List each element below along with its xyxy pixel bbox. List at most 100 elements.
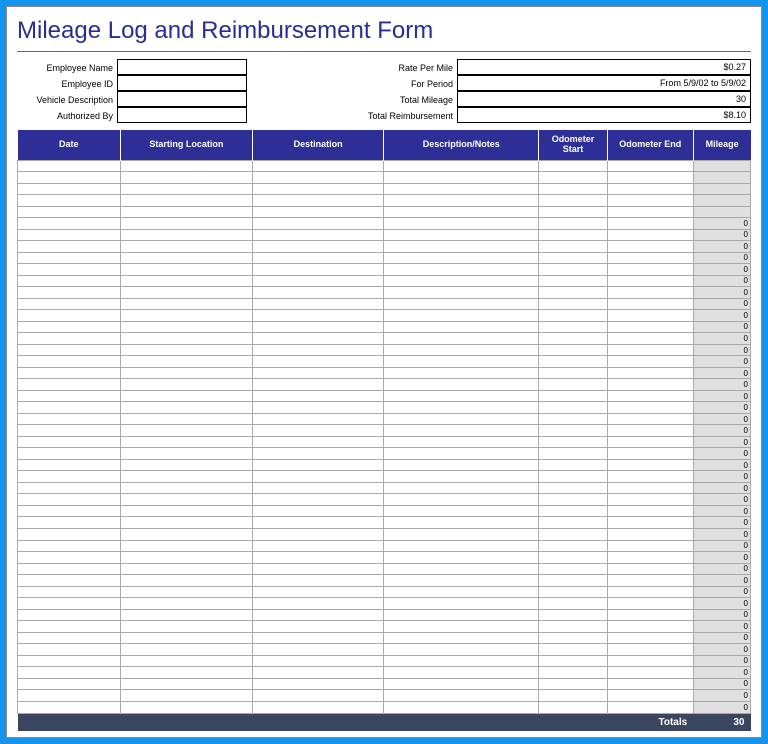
cell[interactable]: [607, 563, 693, 575]
cell[interactable]: 0: [693, 563, 750, 575]
cell[interactable]: [252, 678, 384, 690]
cell[interactable]: [252, 482, 384, 494]
cell[interactable]: [607, 609, 693, 621]
cell[interactable]: [384, 563, 539, 575]
cell[interactable]: [384, 667, 539, 679]
cell[interactable]: [539, 298, 608, 310]
cell[interactable]: 0: [693, 321, 750, 333]
cell[interactable]: [539, 172, 608, 184]
cell[interactable]: [384, 621, 539, 633]
cell[interactable]: [607, 275, 693, 287]
cell[interactable]: [121, 195, 253, 207]
cell[interactable]: [607, 160, 693, 172]
cell[interactable]: [607, 241, 693, 253]
cell[interactable]: [384, 517, 539, 529]
cell[interactable]: [607, 586, 693, 598]
cell[interactable]: [607, 448, 693, 460]
cell[interactable]: 0: [693, 402, 750, 414]
cell[interactable]: [121, 367, 253, 379]
cell[interactable]: [121, 586, 253, 598]
cell[interactable]: 0: [693, 701, 750, 713]
cell[interactable]: [607, 344, 693, 356]
cell[interactable]: [18, 344, 121, 356]
cell[interactable]: [252, 241, 384, 253]
cell[interactable]: [121, 321, 253, 333]
cell[interactable]: [539, 609, 608, 621]
cell[interactable]: [384, 540, 539, 552]
cell[interactable]: [252, 690, 384, 702]
cell[interactable]: [384, 229, 539, 241]
cell[interactable]: [539, 206, 608, 218]
cell[interactable]: [607, 333, 693, 345]
cell[interactable]: [121, 264, 253, 276]
cell[interactable]: 0: [693, 505, 750, 517]
cell[interactable]: [539, 425, 608, 437]
cell[interactable]: [252, 552, 384, 564]
cell[interactable]: [252, 701, 384, 713]
cell[interactable]: [18, 390, 121, 402]
cell[interactable]: [539, 390, 608, 402]
cell[interactable]: [539, 344, 608, 356]
cell[interactable]: 0: [693, 264, 750, 276]
cell[interactable]: [121, 529, 253, 541]
cell[interactable]: [539, 644, 608, 656]
cell[interactable]: [607, 298, 693, 310]
cell[interactable]: [121, 517, 253, 529]
cell[interactable]: [121, 598, 253, 610]
cell[interactable]: [252, 298, 384, 310]
cell[interactable]: [18, 540, 121, 552]
cell[interactable]: [121, 436, 253, 448]
cell[interactable]: [607, 436, 693, 448]
cell[interactable]: [18, 379, 121, 391]
cell[interactable]: [18, 690, 121, 702]
cell[interactable]: 0: [693, 644, 750, 656]
cell[interactable]: [18, 160, 121, 172]
cell[interactable]: [121, 172, 253, 184]
cell[interactable]: 0: [693, 655, 750, 667]
cell[interactable]: [18, 632, 121, 644]
cell[interactable]: [607, 252, 693, 264]
cell[interactable]: [539, 356, 608, 368]
cell[interactable]: [384, 287, 539, 299]
cell[interactable]: [252, 356, 384, 368]
cell[interactable]: [121, 344, 253, 356]
cell[interactable]: [252, 563, 384, 575]
cell[interactable]: [539, 667, 608, 679]
cell[interactable]: [384, 367, 539, 379]
cell[interactable]: [539, 195, 608, 207]
cell[interactable]: [384, 552, 539, 564]
cell[interactable]: [121, 667, 253, 679]
cell[interactable]: [384, 586, 539, 598]
cell[interactable]: [384, 390, 539, 402]
cell[interactable]: [607, 690, 693, 702]
cell[interactable]: [18, 310, 121, 322]
cell[interactable]: [539, 482, 608, 494]
cell[interactable]: 0: [693, 218, 750, 230]
cell[interactable]: [252, 264, 384, 276]
cell[interactable]: [539, 229, 608, 241]
cell[interactable]: [607, 552, 693, 564]
cell[interactable]: [121, 540, 253, 552]
cell[interactable]: [539, 505, 608, 517]
cell[interactable]: [539, 655, 608, 667]
cell[interactable]: [607, 310, 693, 322]
cell[interactable]: [607, 229, 693, 241]
cell[interactable]: [18, 563, 121, 575]
cell[interactable]: [252, 655, 384, 667]
cell[interactable]: [384, 298, 539, 310]
cell[interactable]: [252, 471, 384, 483]
cell[interactable]: [18, 195, 121, 207]
cell[interactable]: [252, 195, 384, 207]
cell[interactable]: [539, 367, 608, 379]
cell[interactable]: [121, 552, 253, 564]
cell[interactable]: [607, 621, 693, 633]
cell[interactable]: [18, 448, 121, 460]
cell[interactable]: [121, 644, 253, 656]
cell[interactable]: [607, 413, 693, 425]
cell[interactable]: 0: [693, 540, 750, 552]
cell[interactable]: [539, 252, 608, 264]
cell[interactable]: [539, 310, 608, 322]
cell[interactable]: [18, 425, 121, 437]
cell[interactable]: [252, 344, 384, 356]
cell[interactable]: [121, 505, 253, 517]
